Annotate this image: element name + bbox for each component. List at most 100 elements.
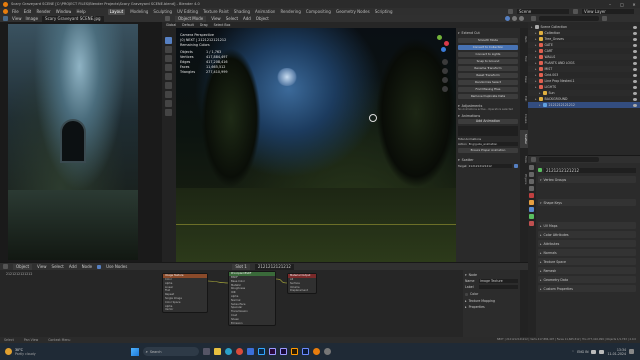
image-image-menu[interactable]: Image [26,16,39,22]
notification-icon[interactable] [629,349,634,354]
settings-icon[interactable] [323,348,331,355]
properties-search-field[interactable] [539,157,599,162]
blender-menu-icon[interactable] [3,9,8,14]
expand-arrow-icon[interactable]: ▸ [535,37,537,41]
tool-snap-to-ground-button[interactable]: Snap to Ground [458,59,518,64]
modifier-props-icon[interactable] [529,207,534,212]
visibility-eye-icon[interactable] [633,25,637,29]
visibility-eye-icon[interactable] [633,43,637,47]
node-collapse-icon[interactable]: ▾ [465,273,467,277]
section-arrow-icon[interactable]: ▸ [540,260,542,264]
tab-shading[interactable]: Shading [234,9,250,15]
anim-collapse-icon[interactable]: ▾ [458,114,460,118]
menu-file[interactable]: File [12,9,19,15]
image-view-menu[interactable]: View [12,16,22,22]
side-tab-view[interactable]: View [520,70,528,88]
shading-material-icon[interactable] [512,16,517,21]
visibility-eye-icon[interactable] [633,79,637,83]
visibility-eye-icon[interactable] [633,55,637,59]
tool-props-icon[interactable] [529,165,534,170]
gizmo-x-axis[interactable] [444,41,449,46]
property-section[interactable]: ▸ UV Maps [538,222,636,229]
section-arrow-icon[interactable]: ▸ [540,251,542,255]
menu-edit[interactable]: Edit [24,9,32,15]
tool-smooth-mode-button[interactable]: Smooth Mode [458,38,518,43]
visibility-eye-icon[interactable] [633,37,637,41]
target-field[interactable]: 2121212121212 [468,164,512,168]
object-origin-icon[interactable] [369,114,377,122]
visibility-eye-icon[interactable] [633,61,637,65]
menu-render[interactable]: Render [36,9,50,15]
zoom-icon[interactable] [442,59,448,65]
property-section[interactable]: ▾ Vertex Groups [538,176,636,183]
cursor-tool-icon[interactable] [165,46,172,53]
section-arrow-icon[interactable]: ▸ [540,242,542,246]
expand-arrow-icon[interactable]: ▸ [539,91,541,95]
property-section[interactable]: ▸ Geometry Data [538,276,636,283]
edge-browser-icon[interactable] [224,348,232,355]
add-cube-tool-icon[interactable] [165,109,172,116]
outliner-row[interactable]: ▸ 2121212121212 [528,102,640,108]
visibility-eye-icon[interactable] [633,73,637,77]
windows-start-icon[interactable] [130,347,139,356]
visibility-eye-icon[interactable] [633,67,637,71]
node-material-output[interactable]: Material Output All Surface Volume Displacem… [287,273,317,295]
rotate-tool-icon[interactable] [165,64,172,71]
wifi-icon[interactable] [591,349,597,354]
visibility-eye-icon[interactable] [633,49,637,53]
store-icon[interactable] [246,348,254,355]
tab-geometry-nodes[interactable]: Geometry Nodes [336,9,370,15]
section-arrow-icon[interactable]: ▾ [540,178,542,182]
node-view-menu[interactable]: View [37,264,47,270]
visibility-eye-icon[interactable] [633,91,637,95]
property-section[interactable]: ▸ Color Attributes [538,231,636,238]
node-link[interactable] [207,280,229,284]
tool-reset-transform-button[interactable]: Reset Transform [458,73,518,78]
image-name-field[interactable]: Scary Graveyard SCENE.jpg [42,15,104,22]
side-tab-tool[interactable]: Tool [520,50,528,68]
property-section[interactable]: ▸ Remesh [538,267,636,274]
node-principled-bsdf[interactable]: Principled BSDF BSDF Base Color Metallic Rou… [228,271,276,327]
visibility-eye-icon[interactable] [633,85,637,89]
side-tab-tools[interactable]: Tools [520,150,528,168]
tab-modeling[interactable]: Modeling [130,9,148,15]
section-arrow-icon[interactable]: ▸ [540,287,542,291]
section-arrow-icon[interactable]: ▸ [540,278,542,282]
media-encoder-icon[interactable] [301,348,309,355]
tab-uv-editing[interactable]: UV Editing [177,9,198,15]
node-object-menu[interactable]: Object [13,263,33,270]
menu-window[interactable]: Window [56,9,72,15]
property-section[interactable]: ▸ Normals [538,249,636,256]
node-node-menu[interactable]: Node [82,264,92,270]
editor-type-icon[interactable] [3,16,8,21]
language-indicator[interactable]: ENG IN [577,350,588,354]
expand-arrow-icon[interactable]: ▸ [535,55,537,59]
outliner-search-field[interactable] [539,16,599,21]
volume-icon[interactable] [599,349,605,354]
node-properties-label[interactable]: Properties [469,305,485,309]
minimize-button[interactable]: – [604,2,616,7]
properties-arrow-icon[interactable]: ▸ [465,305,467,309]
tab-compositing[interactable]: Compositing [306,9,331,15]
scene-selector[interactable]: Scene [517,9,569,14]
texture-mapping-arrow-icon[interactable]: ▸ [465,299,467,303]
shader-editor[interactable]: Object View Select Add Node Use Nodes Sl… [0,262,528,338]
viewport-view-menu[interactable]: View [211,16,221,22]
add-animation-button[interactable]: Add Animation [458,119,518,124]
blender-taskbar-icon[interactable] [312,348,320,355]
viewport-add-menu[interactable]: Add [243,16,251,22]
move-tool-icon[interactable] [165,55,172,62]
tab-scripting[interactable]: Scripting [375,9,393,15]
tab-texture-paint[interactable]: Texture Paint [203,9,229,15]
output-props-icon[interactable] [529,179,534,184]
select-tool-icon[interactable] [165,37,172,44]
ensure-animation-button[interactable]: Ensure Proper Animation [458,148,518,153]
expand-arrow-icon[interactable]: ▸ [535,31,537,35]
orientation-selector[interactable]: Global [166,22,176,28]
mesh-data-props-icon[interactable] [529,214,534,219]
collapse-arrow-icon[interactable]: ▾ [458,31,460,35]
section-arrow-icon[interactable]: ▸ [540,224,542,228]
node-name-field[interactable]: Image Texture [479,279,518,283]
scene-props-icon[interactable] [529,186,534,191]
tab-rendering[interactable]: Rendering [280,9,300,15]
